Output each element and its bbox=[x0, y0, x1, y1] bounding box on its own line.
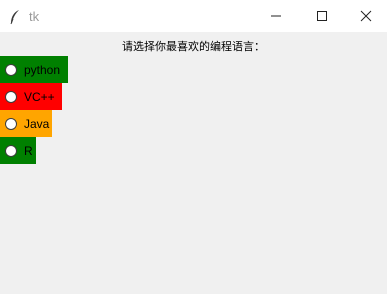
radio-label: VC++ bbox=[24, 89, 55, 104]
radio-python[interactable]: python bbox=[0, 56, 68, 83]
close-button[interactable] bbox=[343, 0, 387, 32]
minimize-icon bbox=[271, 15, 281, 17]
prompt-label: 请选择你最喜欢的编程语言： bbox=[122, 40, 265, 53]
feather-icon bbox=[10, 10, 19, 25]
title-bar[interactable]: tk bbox=[0, 0, 387, 32]
maximize-icon bbox=[317, 11, 327, 21]
radio-r[interactable]: R bbox=[0, 137, 36, 164]
radio-vcpp[interactable]: VC++ bbox=[0, 83, 62, 110]
radio-label: python bbox=[24, 62, 61, 77]
close-icon bbox=[360, 10, 372, 22]
minimize-button[interactable] bbox=[253, 0, 299, 32]
maximize-button[interactable] bbox=[299, 0, 345, 32]
radio-indicator[interactable] bbox=[5, 90, 17, 103]
radio-indicator[interactable] bbox=[5, 117, 17, 130]
radio-label: Java bbox=[24, 116, 50, 131]
radio-label: R bbox=[24, 143, 33, 158]
radio-indicator[interactable] bbox=[5, 63, 17, 76]
radio-java[interactable]: Java bbox=[0, 110, 52, 137]
main-window-content: 请选择你最喜欢的编程语言： python VC++ Java R bbox=[0, 32, 387, 294]
window-title: tk bbox=[29, 9, 40, 24]
radio-indicator[interactable] bbox=[5, 144, 17, 157]
